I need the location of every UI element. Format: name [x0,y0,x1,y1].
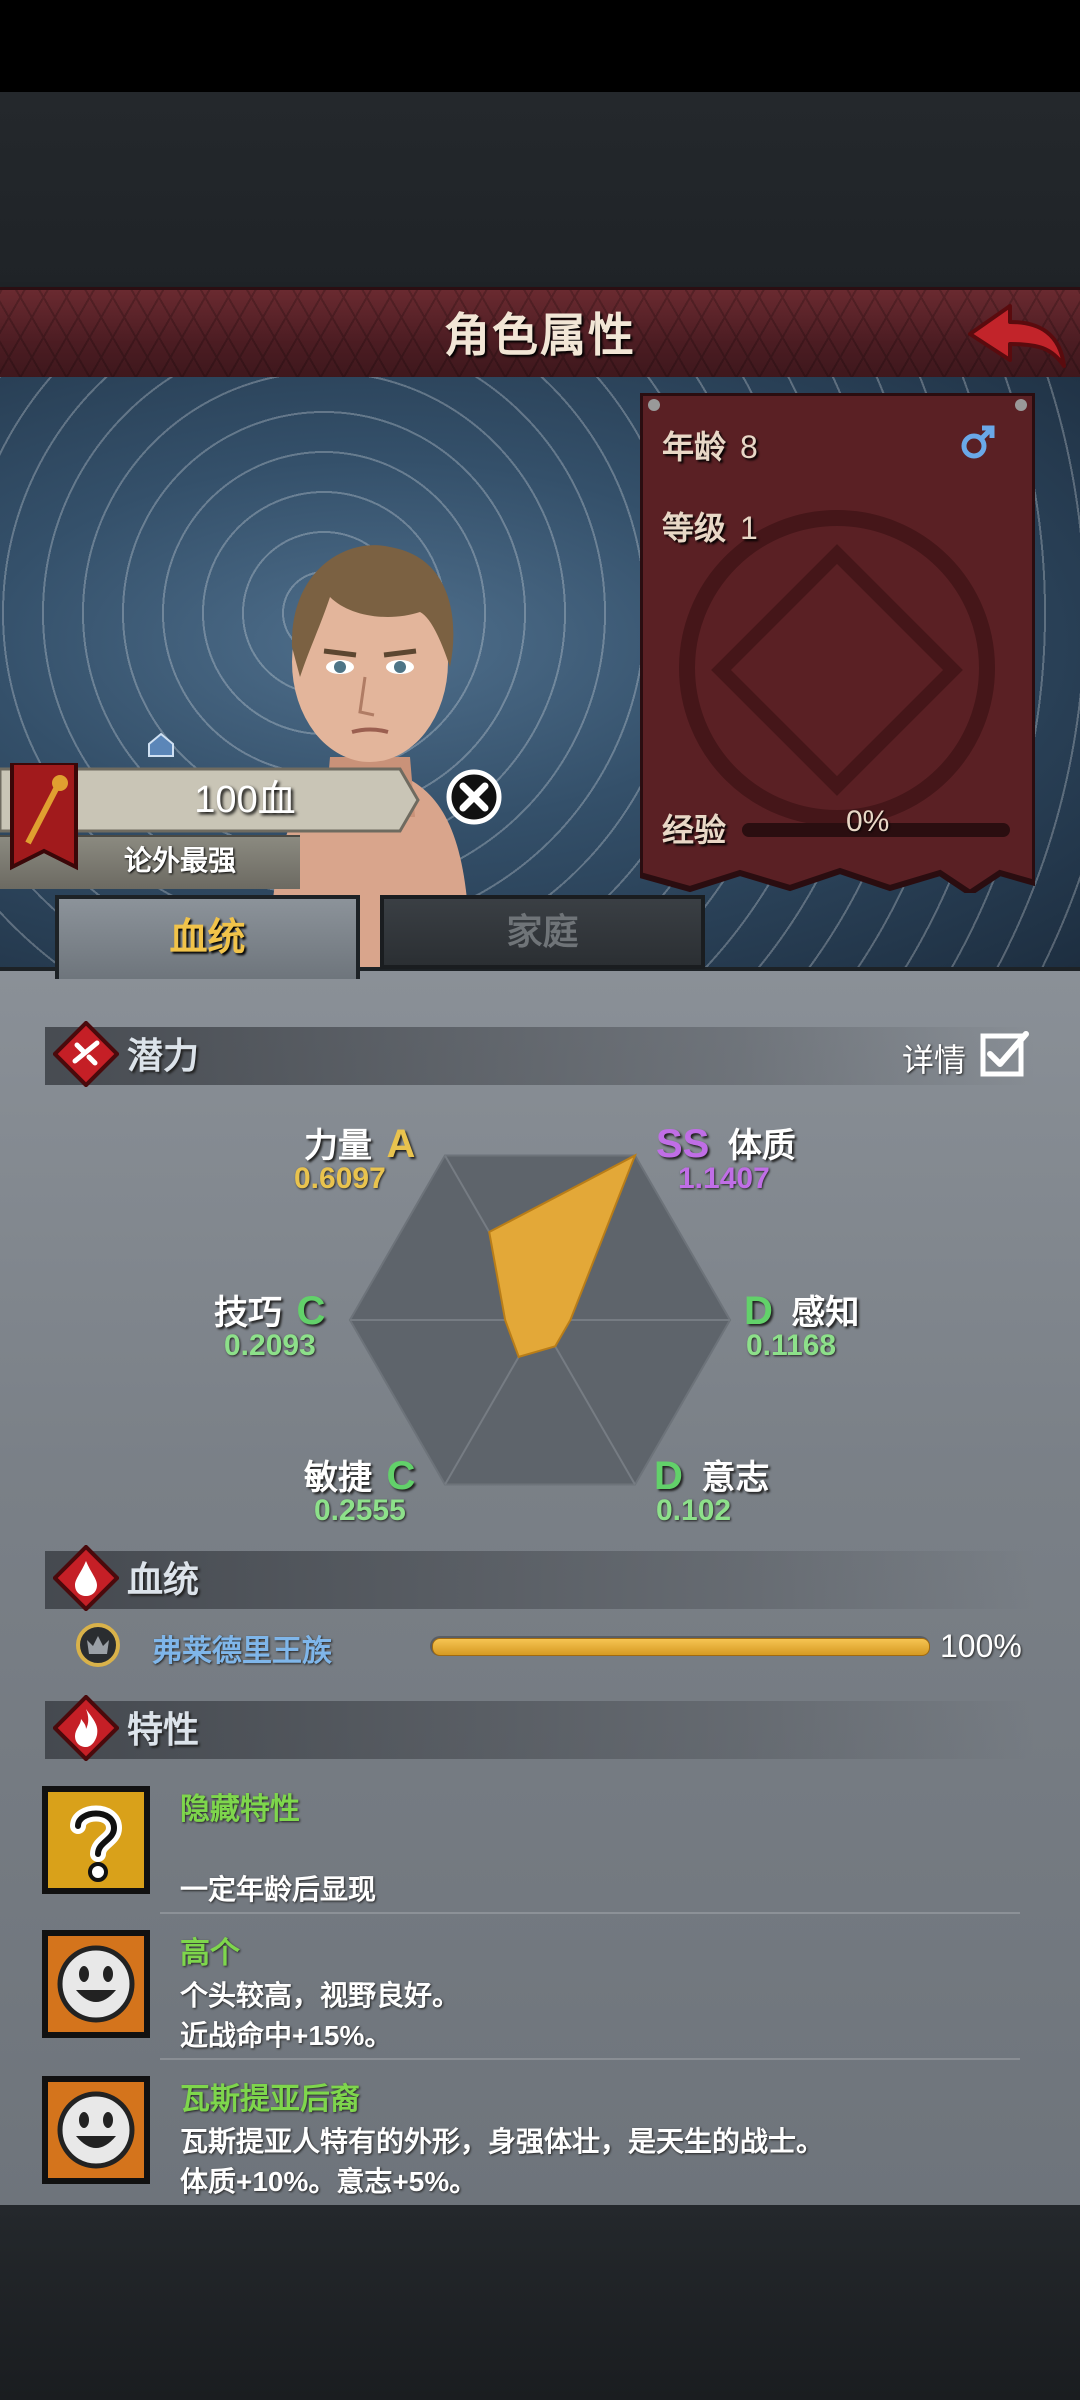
question-mark-icon [42,1786,150,1894]
lineage-bar-fill [432,1638,930,1656]
potential-icon [53,1021,119,1087]
flame-icon [53,1695,119,1761]
character-name: 100血 [194,779,296,821]
trait-divider [160,1912,1020,1914]
stat-constitution: SS 体质 [656,1118,796,1167]
back-arrow-icon [968,304,1066,368]
trait-description: 一定年龄后显现 [180,1874,377,1905]
stat-name: 体质 [727,1127,796,1165]
smiley-face-icon [42,2076,150,2184]
details-label: 详情 [902,1042,967,1078]
stat-name: 意志 [701,1459,770,1497]
tab-bloodline[interactable]: 血统 [55,895,360,979]
stat-value: 0.2093 [224,1329,316,1362]
stat-name: 技巧 [214,1294,282,1332]
stat-grade: D [744,1289,773,1333]
age-value: 8 [740,429,758,465]
lineage-percent: 100% [940,1628,1022,1664]
level-value: 1 [740,510,758,546]
age-row: 年龄 8 [662,422,758,468]
trait-description: 瓦斯提亚人特有的外形，身强体壮，是天生的战士。 [180,2126,825,2157]
stat-value: 0.2555 [314,1494,406,1527]
flag-icon [10,763,78,871]
trait-divider [160,2058,1020,2060]
stat-value: 0.1168 [746,1329,837,1362]
stat-name: 敏捷 [304,1459,372,1497]
level-row: 等级 1 [662,503,758,549]
stat-perception: D 感知 [744,1285,859,1334]
character-title: 论外最强 [123,845,236,876]
stat-strength: 力量 A [304,1118,415,1167]
stat-name: 力量 [304,1127,372,1165]
status-bar [0,0,1080,92]
level-label: 等级 [662,510,727,546]
details-checkbox[interactable] [980,1028,1030,1078]
tab-family-label: 家庭 [506,911,579,952]
male-icon [961,425,995,459]
traits-title: 特性 [127,1709,200,1750]
stat-grade: A [386,1122,416,1166]
trait-name: 瓦斯提亚后裔 [180,2083,360,2116]
exp-row: 经验 [662,805,726,851]
traits-section-header: 特性 [45,1695,1035,1761]
stat-value: 0.6097 [294,1162,386,1195]
page-title: 角色属性 [444,309,636,361]
close-icon[interactable] [445,768,503,826]
character-hero: 年龄 8 等级 1 经验 0% 100血 论外最强 [0,377,1080,967]
stat-value: 1.1407 [678,1162,770,1195]
tab-family[interactable]: 家庭 [380,895,705,969]
exp-value: 0% [846,805,890,838]
stat-grade: C [296,1289,326,1333]
bloodline-section-header: 血统 [45,1545,1035,1611]
potential-title: 潜力 [127,1035,200,1076]
stat-skill: 技巧 C [214,1285,325,1334]
blood-drop-icon [53,1545,119,1611]
stat-agility: 敏捷 C [304,1450,415,1499]
lineage-crest-icon [76,1623,120,1667]
stat-value: 0.102 [656,1494,732,1527]
stat-grade: SS [656,1122,710,1166]
smiley-face-icon [42,1930,150,2038]
stat-grade: C [386,1454,416,1498]
exp-label: 经验 [662,812,727,848]
bottom-background [0,2205,1080,2400]
stat-will: D 意志 [654,1450,769,1499]
upgrade-icon[interactable] [146,730,176,760]
bloodline-title: 血统 [127,1559,200,1600]
potential-section-header: 潜力 [45,1021,1035,1087]
title-bar: 角色属性 [0,287,1080,384]
trait-name: 高个 [180,1937,240,1970]
trait-name: 隐藏特性 [180,1793,300,1826]
age-label: 年龄 [662,429,727,465]
lineage-name: 弗莱德里王族 [152,1635,332,1668]
trait-description: 体质+10%。意志+5%。 [180,2166,478,2197]
trait-description: 近战命中+15%。 [180,2020,393,2051]
top-background [0,92,1080,287]
stat-name: 感知 [791,1294,860,1332]
back-button[interactable] [960,294,1070,378]
trait-description: 个头较高，视野良好。 [180,1980,461,2011]
tab-bloodline-label: 血统 [169,917,246,959]
stat-grade: D [654,1454,683,1498]
